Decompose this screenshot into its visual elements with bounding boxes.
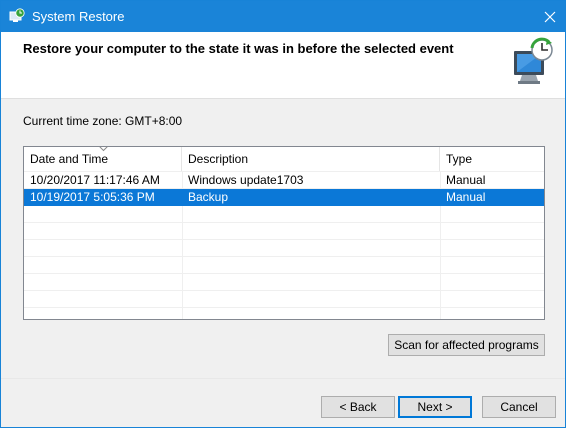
sort-descending-icon <box>99 147 108 152</box>
row-divider <box>24 307 544 308</box>
table-row-selected[interactable]: 10/19/2017 5:05:36 PM Backup Manual <box>24 189 544 206</box>
cell-description: Windows update1703 <box>188 173 304 187</box>
header-instruction: Restore your computer to the state it wa… <box>23 41 454 56</box>
column-header-label: Date and Time <box>30 152 109 166</box>
cell-type: Manual <box>446 173 486 187</box>
header-panel: Restore your computer to the state it wa… <box>1 32 565 99</box>
column-header-label: Type <box>446 152 473 166</box>
table-row[interactable]: 10/20/2017 11:17:46 AM Windows update170… <box>24 172 544 189</box>
close-icon <box>544 11 556 22</box>
window-title: System Restore <box>32 9 125 24</box>
column-header-date[interactable]: Date and Time <box>24 147 182 171</box>
cancel-button[interactable]: Cancel <box>482 396 556 418</box>
column-header-description[interactable]: Description <box>182 147 440 171</box>
back-button[interactable]: < Back <box>321 396 395 418</box>
system-restore-window: System Restore Restore your computer to … <box>0 0 566 428</box>
row-divider <box>24 239 544 240</box>
cell-date: 10/20/2017 11:17:46 AM <box>30 173 160 187</box>
cell-description: Backup <box>188 190 229 204</box>
next-button[interactable]: Next > <box>398 396 472 418</box>
table-header: Date and Time Description Type <box>24 147 544 171</box>
system-restore-icon <box>9 8 25 22</box>
row-divider <box>24 256 544 257</box>
row-divider <box>24 273 544 274</box>
column-header-type[interactable]: Type <box>440 147 544 171</box>
close-button[interactable] <box>535 1 565 32</box>
cell-type: Manual <box>446 190 486 204</box>
computer-restore-icon <box>514 37 553 84</box>
scan-affected-programs-button[interactable]: Scan for affected programs <box>388 334 545 356</box>
footer-separator <box>1 378 565 379</box>
cell-date: 10/19/2017 5:05:36 PM <box>30 190 155 204</box>
restore-points-table[interactable]: Date and Time Description Type 10/20/201… <box>23 146 545 320</box>
title-bar[interactable]: System Restore <box>1 1 565 32</box>
timezone-label: Current time zone: GMT+8:00 <box>23 114 183 128</box>
row-divider <box>24 290 544 291</box>
column-header-label: Description <box>188 152 249 166</box>
row-divider <box>24 222 544 223</box>
